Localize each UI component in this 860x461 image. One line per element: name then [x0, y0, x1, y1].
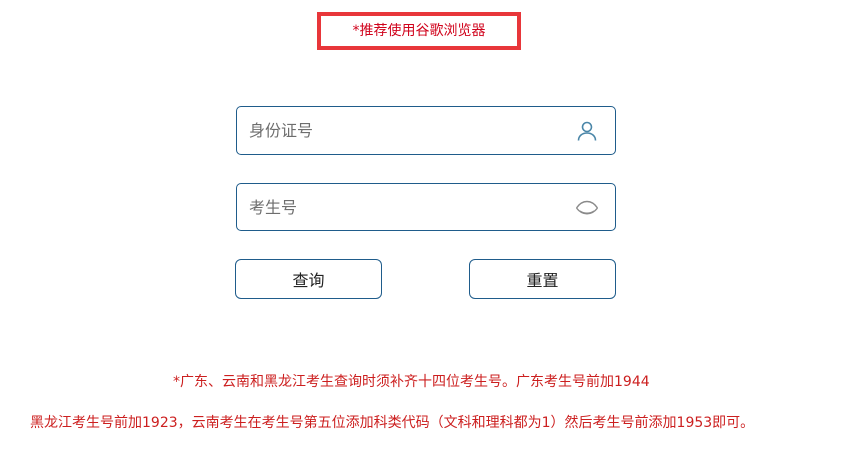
reset-button[interactable]: 重置: [469, 259, 616, 299]
exam-number-field[interactable]: [236, 183, 616, 231]
browser-recommendation-text: *推荐使用谷歌浏览器: [352, 23, 486, 39]
eye-icon[interactable]: [575, 196, 599, 220]
exam-number-input[interactable]: [249, 184, 569, 230]
query-button[interactable]: 查询: [235, 259, 382, 299]
notice-line-2: 黑龙江考生号前加1923，云南考生在考生号第五位添加科类代码（文科和理科都为1）…: [30, 415, 755, 431]
id-number-field[interactable]: [236, 106, 616, 155]
browser-recommendation-note: *推荐使用谷歌浏览器: [317, 12, 521, 50]
id-number-input[interactable]: [249, 107, 569, 154]
user-icon: [575, 119, 599, 143]
notice-line-1: *广东、云南和黑龙江考生查询时须补齐十四位考生号。广东考生号前加1944: [173, 374, 650, 390]
